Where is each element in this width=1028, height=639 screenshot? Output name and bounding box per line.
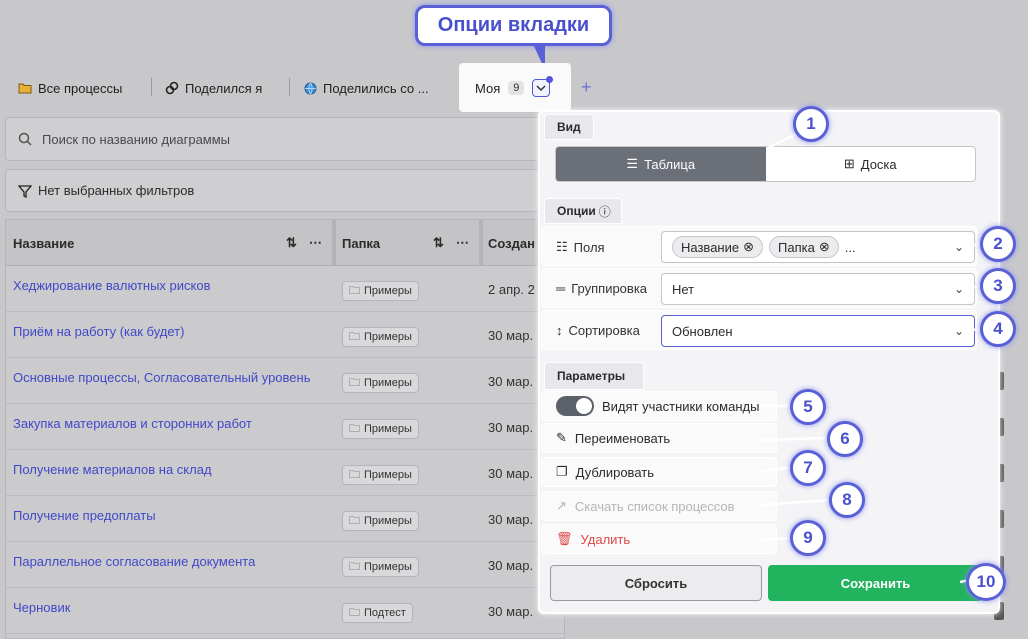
marker-9: 9 <box>790 520 826 556</box>
marker-6: 6 <box>827 421 863 457</box>
marker-label: 3 <box>993 276 1003 295</box>
marker-label: 10 <box>976 572 996 591</box>
marker-2: 2 <box>980 226 1016 262</box>
marker-8: 8 <box>829 482 865 518</box>
marker-7: 7 <box>790 450 826 486</box>
marker-3: 3 <box>980 268 1016 304</box>
marker-label: 4 <box>993 319 1003 338</box>
marker-1: 1 <box>793 106 829 142</box>
marker-label: 5 <box>803 397 813 416</box>
marker-label: 7 <box>803 458 813 477</box>
marker-4: 4 <box>980 311 1016 347</box>
marker-label: 9 <box>803 528 813 547</box>
marker-5: 5 <box>790 389 826 425</box>
marker-label: 1 <box>806 114 816 133</box>
marker-10: 10 <box>966 563 1006 601</box>
marker-label: 2 <box>993 234 1003 253</box>
marker-label: 6 <box>840 429 850 448</box>
marker-connectors <box>759 131 985 584</box>
marker-label: 8 <box>842 490 852 509</box>
